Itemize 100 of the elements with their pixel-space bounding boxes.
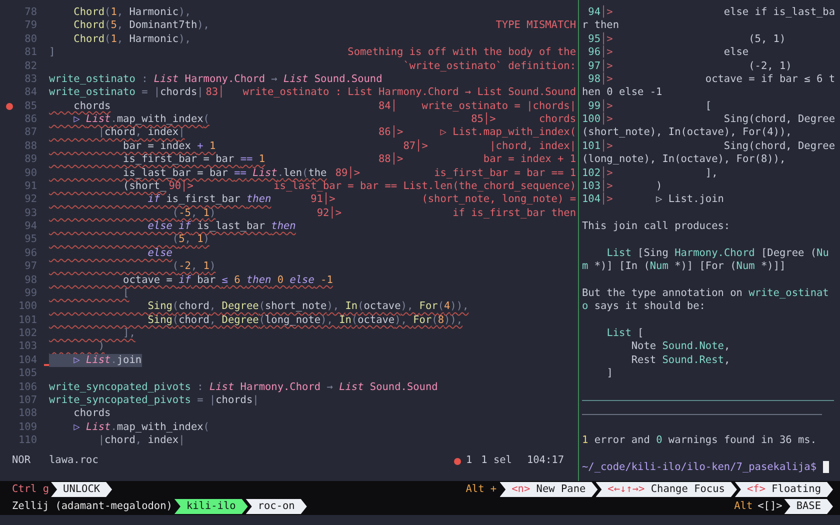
terminal-cursor bbox=[822, 461, 828, 474]
line-number: 81 bbox=[24, 46, 37, 60]
line-number: 104 bbox=[18, 354, 37, 368]
line-number: 84 bbox=[24, 86, 37, 100]
diagnostic-text: `write_ostinato` definition: bbox=[403, 60, 577, 73]
line-number: 88 bbox=[24, 140, 37, 154]
type-text: List [ bbox=[606, 327, 645, 340]
line-number: 80 bbox=[24, 32, 37, 46]
line-number: 106 bbox=[18, 380, 37, 394]
line-number: 107 bbox=[18, 394, 37, 408]
code-line: is_first_bar = bar == 1 bbox=[122, 153, 265, 166]
type-text: ] bbox=[606, 367, 614, 380]
code-snippet-line: 97│> (-2, 1) bbox=[587, 60, 793, 72]
tab[interactable]: kili-ilo bbox=[174, 499, 248, 514]
code-line: Chord(1, Harmonic), bbox=[72, 6, 191, 20]
selection-count: 1 sel bbox=[481, 454, 512, 468]
code-line: ) bbox=[97, 340, 105, 354]
line-number: 102 bbox=[18, 327, 37, 340]
shortcut-hint: Ctrl g bbox=[12, 482, 50, 496]
line-number: 87 bbox=[24, 126, 37, 140]
code-snippet-line: 104│> ▷ List.join bbox=[582, 193, 725, 207]
code-snippet-line: 98│> octave = if bar ≤ 6 then 0 else -1 bbox=[582, 72, 836, 99]
code-line: Sing(chord, Degree(long_note), In(octave), For(8)), bbox=[146, 314, 462, 327]
diagnostic-text: 83│ write_ostinato : List Harmony.Chord → List Sound.Sound bbox=[206, 86, 577, 99]
code-line: is_last_bar = bar == List.len(the bbox=[122, 166, 327, 178]
code-line: write_ostinato = |chords| bbox=[49, 86, 204, 100]
code-line: else bbox=[146, 246, 172, 260]
shortcut-button[interactable]: <f> Floating bbox=[734, 482, 833, 497]
code-line: else if is_last_bar then bbox=[146, 220, 296, 234]
shortcut-button[interactable]: <←↓↑→> Change Focus bbox=[596, 482, 737, 497]
code-line: if is_first_bar then bbox=[146, 193, 272, 207]
diagnostic-text: 90│> is_last_bar = bar == List.len(the_chord_sequence) bbox=[168, 180, 577, 192]
message-text: This join call produces: bbox=[582, 220, 732, 234]
shell-prompt: ~/_code/kili-ilo/ilo-ken/7_pasekalija$ bbox=[582, 460, 816, 474]
line-number: 94 bbox=[24, 220, 37, 234]
code-line: ], bbox=[122, 327, 136, 340]
line-number: 97 bbox=[24, 260, 37, 274]
line-number: 100 bbox=[18, 300, 37, 314]
layout-button[interactable]: BASE bbox=[784, 499, 833, 514]
line-number: 108 bbox=[18, 407, 37, 421]
code-line: write_syncopated_pivots : List Harmony.Chord → List Sound.Sound bbox=[49, 380, 438, 394]
mode-button[interactable]: UNLOCK bbox=[51, 482, 112, 497]
code-line: octave = if bar ≤ 6 then 0 else -1 bbox=[122, 274, 333, 287]
mode-indicator: NOR bbox=[12, 454, 32, 468]
diagnostic-text: TYPE MISMATCH bbox=[496, 19, 577, 33]
line-number: 89 bbox=[24, 153, 37, 166]
code-line: chords bbox=[72, 100, 111, 113]
code-line: bar = index + 1 bbox=[122, 140, 216, 154]
code-line: write_ostinato : List Harmony.Chord → List Sound.Sound bbox=[49, 72, 382, 86]
code-snippet-line: 101│> Sing(chord, Degree(long_note), In(octave), For(8)), bbox=[582, 140, 836, 166]
code-line: Sing(chord, Degree(short_note), In(octave), For(4)), bbox=[146, 300, 469, 314]
code-line: ▷ List.map_with_index( bbox=[72, 113, 210, 126]
line-number: 98 bbox=[24, 274, 37, 287]
shortcut-hint: Alt bbox=[734, 500, 753, 514]
code-line: [ bbox=[122, 286, 130, 300]
diagnostic-text: 92│> if is_first_bar then bbox=[316, 206, 577, 220]
shortcut-hint: <[]> bbox=[758, 500, 782, 514]
code-line: (short_ bbox=[122, 180, 166, 194]
type-text: Rest Sound.Rest, bbox=[630, 354, 732, 368]
line-number: 93 bbox=[24, 206, 37, 220]
type-text: Note Sound.Note, bbox=[630, 340, 732, 354]
line-number: 109 bbox=[18, 420, 37, 434]
code-snippet-line: 95│> (5, 1) bbox=[587, 32, 787, 45]
line-number: 96 bbox=[24, 246, 37, 260]
diagnostic-text: 87│> |chord, index| bbox=[403, 140, 577, 154]
diagnostic-text: 85│> chords bbox=[471, 113, 577, 126]
code-snippet-line: 96│> else bbox=[587, 46, 750, 59]
line-number: 99 bbox=[24, 286, 37, 300]
cursor-position: 104:17 bbox=[526, 454, 564, 468]
line-number: 83 bbox=[24, 72, 37, 86]
diagnostic-text: Something is off with the body of the bbox=[348, 46, 577, 60]
diagnostic-text: 86│> ▷ List.map_with_index( bbox=[378, 126, 577, 139]
line-number: 101 bbox=[18, 314, 37, 327]
code-line: chords bbox=[72, 407, 111, 421]
file-name: lawa.roc bbox=[49, 454, 98, 468]
tab[interactable]: roc-on bbox=[246, 499, 307, 514]
line-number: 95 bbox=[24, 233, 37, 247]
code-snippet-line: 99│> [ bbox=[587, 100, 713, 112]
line-number: 103 bbox=[18, 340, 37, 354]
text-cursor bbox=[44, 364, 49, 366]
code-line: Chord(5, Dominant7th), bbox=[72, 19, 210, 33]
diagnostic-text: 89│> is_first_bar = bar == 1 bbox=[335, 166, 577, 180]
code-snippet-line: 102│> ], bbox=[582, 166, 719, 179]
summary-text: 1 error and 0 warnings found in 36 ms. bbox=[582, 434, 818, 448]
shortcut-hint: Alt + bbox=[466, 482, 497, 496]
error-dot-icon bbox=[454, 458, 461, 465]
code-line: Chord(1, Harmonic), bbox=[72, 32, 191, 46]
line-number: 110 bbox=[18, 434, 37, 448]
code-line: ] bbox=[49, 46, 56, 60]
line-number: 91 bbox=[24, 180, 37, 194]
line-number: 85 bbox=[24, 100, 37, 113]
diagnostic-text: 91│> (short_note, long_note) = bbox=[310, 193, 577, 206]
code-line: |chord, index| bbox=[97, 434, 185, 448]
type-text: List [Sing Harmony.Chord [Degree (Num *)] [In (Num *)] [For (Num *)]] bbox=[582, 246, 830, 274]
error-count: 1 bbox=[466, 454, 472, 468]
line-number: 78 bbox=[24, 6, 37, 20]
code-snippet-line: 94│> else if is_last_bar then bbox=[582, 6, 836, 32]
code-line: |chord, index| bbox=[97, 126, 185, 140]
line-number: 92 bbox=[24, 193, 37, 207]
shortcut-button[interactable]: <n> New Pane bbox=[500, 482, 598, 497]
